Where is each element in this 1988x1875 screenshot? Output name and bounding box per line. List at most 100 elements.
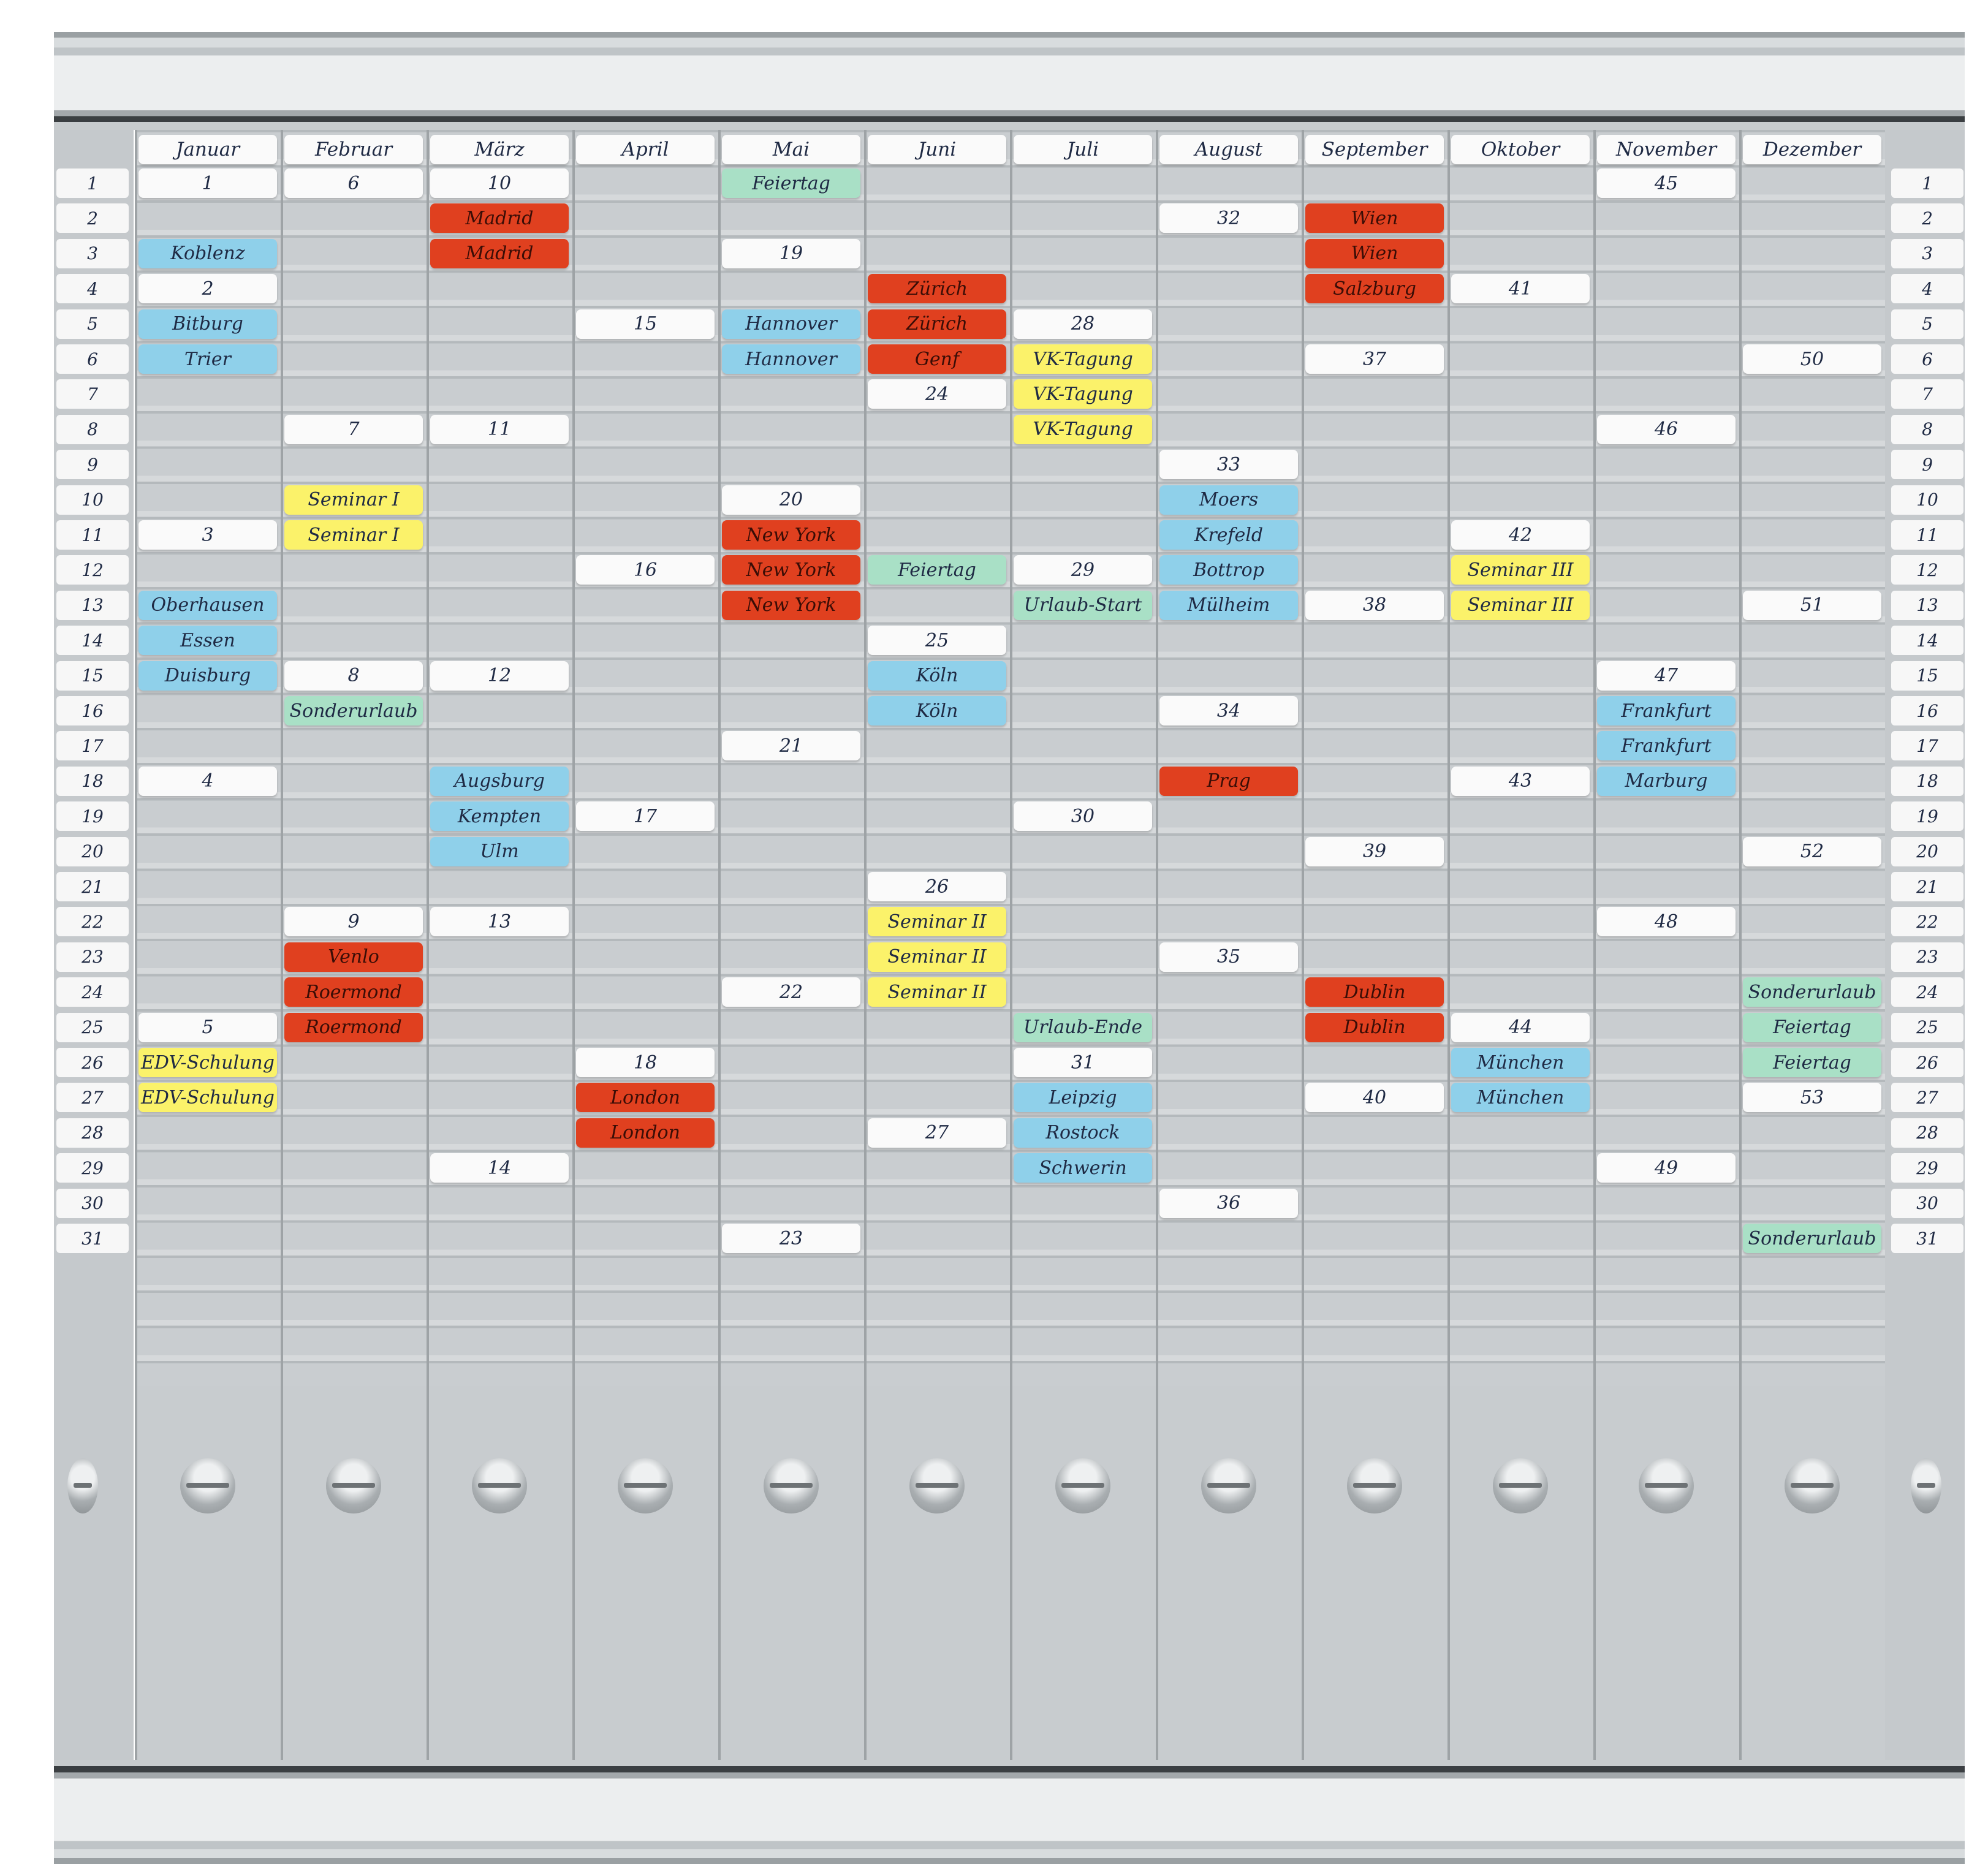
planning-card[interactable]: Rostock: [1014, 1118, 1152, 1148]
planning-card[interactable]: 3: [138, 520, 277, 550]
planning-card[interactable]: London: [576, 1118, 715, 1148]
planning-card[interactable]: 51: [1743, 590, 1881, 620]
planning-card[interactable]: 24: [868, 379, 1006, 409]
planning-card[interactable]: 40: [1305, 1083, 1444, 1113]
planning-card[interactable]: 44: [1451, 1012, 1590, 1042]
planning-card[interactable]: Genf: [868, 344, 1006, 374]
planning-card[interactable]: 32: [1159, 203, 1298, 233]
planning-card[interactable]: Zürich: [868, 274, 1006, 304]
planning-card[interactable]: Leipzig: [1014, 1083, 1152, 1113]
planning-card[interactable]: Urlaub-Ende: [1014, 1012, 1152, 1042]
column-knob-icon[interactable]: [1055, 1458, 1110, 1513]
planning-card[interactable]: 47: [1597, 661, 1736, 691]
column-knob-icon[interactable]: [618, 1458, 673, 1513]
planning-card[interactable]: 31: [1014, 1048, 1152, 1077]
planning-card[interactable]: New York: [722, 555, 860, 585]
planning-card[interactable]: Sonderurlaub: [1743, 1224, 1881, 1253]
planning-card[interactable]: VK-Tagung: [1014, 379, 1152, 409]
planning-card[interactable]: 19: [722, 238, 860, 268]
planning-card[interactable]: 10: [430, 169, 569, 198]
planning-card[interactable]: 43: [1451, 766, 1590, 796]
planning-card[interactable]: Hannover: [722, 344, 860, 374]
planning-card[interactable]: 39: [1305, 836, 1444, 866]
planning-card[interactable]: Kempten: [430, 801, 569, 831]
planning-card[interactable]: EDV-Schulung: [138, 1083, 277, 1113]
planning-card[interactable]: New York: [722, 520, 860, 550]
planning-card[interactable]: Frankfurt: [1597, 696, 1736, 725]
planning-card[interactable]: 22: [722, 977, 860, 1007]
planning-card[interactable]: München: [1451, 1048, 1590, 1077]
planning-card[interactable]: New York: [722, 590, 860, 620]
planning-card[interactable]: 9: [284, 907, 423, 937]
planning-card[interactable]: 6: [284, 169, 423, 198]
planning-card[interactable]: 33: [1159, 450, 1298, 480]
right-edge-knob-icon[interactable]: [1911, 1458, 1941, 1513]
planning-card[interactable]: Zürich: [868, 309, 1006, 339]
planning-card[interactable]: Köln: [868, 661, 1006, 691]
planning-card[interactable]: VK-Tagung: [1014, 344, 1152, 374]
planning-card[interactable]: Mülheim: [1159, 590, 1298, 620]
column-knob-icon[interactable]: [1493, 1458, 1548, 1513]
planning-card[interactable]: 30: [1014, 801, 1152, 831]
planning-card[interactable]: 7: [284, 414, 423, 444]
planning-card[interactable]: Madrid: [430, 203, 569, 233]
column-knob-icon[interactable]: [1347, 1458, 1402, 1513]
planning-card[interactable]: Seminar III: [1451, 555, 1590, 585]
planning-card[interactable]: 28: [1014, 309, 1152, 339]
planning-card[interactable]: Augsburg: [430, 766, 569, 796]
planning-card[interactable]: 37: [1305, 344, 1444, 374]
planning-card[interactable]: Schwerin: [1014, 1153, 1152, 1183]
planning-card[interactable]: 35: [1159, 942, 1298, 972]
planning-card[interactable]: 45: [1597, 169, 1736, 198]
planning-card[interactable]: 25: [868, 626, 1006, 656]
planning-card[interactable]: Feiertag: [1743, 1048, 1881, 1077]
planning-card[interactable]: 17: [576, 801, 715, 831]
planning-card[interactable]: Seminar II: [868, 942, 1006, 972]
planning-card[interactable]: Dublin: [1305, 977, 1444, 1007]
left-edge-knob-icon[interactable]: [67, 1458, 98, 1513]
planning-card[interactable]: Krefeld: [1159, 520, 1298, 550]
column-knob-icon[interactable]: [1785, 1458, 1840, 1513]
planning-card[interactable]: Venlo: [284, 942, 423, 972]
planning-card[interactable]: London: [576, 1083, 715, 1113]
column-knob-icon[interactable]: [180, 1458, 235, 1513]
planning-card[interactable]: Ulm: [430, 836, 569, 866]
planning-card[interactable]: Bottrop: [1159, 555, 1298, 585]
planning-card[interactable]: 34: [1159, 696, 1298, 725]
planning-card[interactable]: 53: [1743, 1083, 1881, 1113]
planning-card[interactable]: Hannover: [722, 309, 860, 339]
planning-card[interactable]: 38: [1305, 590, 1444, 620]
planning-card[interactable]: Wien: [1305, 203, 1444, 233]
planning-card[interactable]: 4: [138, 766, 277, 796]
planning-card[interactable]: Salzburg: [1305, 274, 1444, 304]
planning-card[interactable]: 50: [1743, 344, 1881, 374]
planning-card[interactable]: 29: [1014, 555, 1152, 585]
column-knob-icon[interactable]: [1201, 1458, 1256, 1513]
planning-card[interactable]: Marburg: [1597, 766, 1736, 796]
planning-card[interactable]: Sonderurlaub: [1743, 977, 1881, 1007]
planning-card[interactable]: Feiertag: [868, 555, 1006, 585]
column-knob-icon[interactable]: [909, 1458, 965, 1513]
planning-card[interactable]: Trier: [138, 344, 277, 374]
planning-card[interactable]: Prag: [1159, 766, 1298, 796]
column-knob-icon[interactable]: [764, 1458, 819, 1513]
planning-card[interactable]: Roermond: [284, 1012, 423, 1042]
planning-card[interactable]: 16: [576, 555, 715, 585]
planning-card[interactable]: 8: [284, 661, 423, 691]
planning-card[interactable]: 27: [868, 1118, 1006, 1148]
planning-card[interactable]: 5: [138, 1012, 277, 1042]
planning-card[interactable]: 26: [868, 872, 1006, 901]
planning-card[interactable]: Urlaub-Start: [1014, 590, 1152, 620]
planning-card[interactable]: 41: [1451, 274, 1590, 304]
planning-card[interactable]: Moers: [1159, 485, 1298, 515]
planning-card[interactable]: 14: [430, 1153, 569, 1183]
planning-card[interactable]: 49: [1597, 1153, 1736, 1183]
planning-card[interactable]: Dublin: [1305, 1012, 1444, 1042]
planning-card[interactable]: Duisburg: [138, 661, 277, 691]
planning-card[interactable]: 12: [430, 661, 569, 691]
planning-card[interactable]: Oberhausen: [138, 590, 277, 620]
planning-card[interactable]: Seminar I: [284, 520, 423, 550]
planning-card[interactable]: 46: [1597, 414, 1736, 444]
planning-card[interactable]: Wien: [1305, 238, 1444, 268]
planning-card[interactable]: 20: [722, 485, 860, 515]
